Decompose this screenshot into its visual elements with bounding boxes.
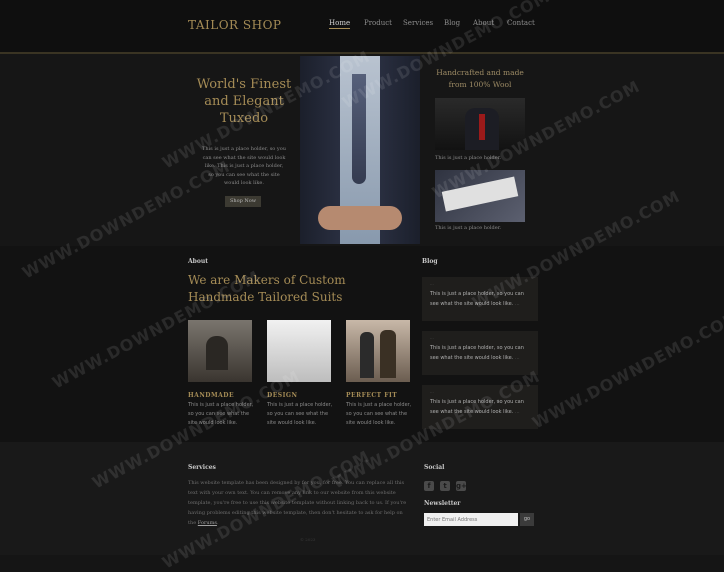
newsletter-go-button[interactable]: go [520,513,534,526]
blog-post[interactable]: ... This is just a place holder, so you … [422,385,538,429]
forums-link[interactable]: Forums [198,520,217,526]
blog-label: Blog [422,258,438,265]
site-logo[interactable]: TAILOR SHOP [188,18,282,32]
blog-post-meta: ... [430,389,434,394]
handmade-image [188,320,252,382]
site-header: TAILOR SHOP Home Product Services Blog A… [0,0,724,54]
hero-title: World's Finest and Elegant Tuxedo [196,77,292,126]
fabric-thumbnail[interactable] [435,170,525,222]
blog-post-text: This is just a place holder, so you can … [430,399,524,415]
nav-item-product[interactable]: Product [364,19,392,27]
feature-text: This is just a place holder, so you can … [267,402,333,426]
nav-item-home[interactable]: Home [329,19,351,29]
feature-title: PERFECT FIT [346,392,398,399]
blog-post-meta: ... [430,335,434,340]
blog-post-text: This is just a place holder, so you can … [430,291,524,307]
shop-now-button[interactable]: Shop Now [225,196,261,207]
feature-title: DESIGN [267,392,298,399]
nav-item-services[interactable]: Services [403,19,433,27]
services-label: Services [188,464,216,471]
hero-text: This is just a place holder, so you can … [202,146,286,186]
suit-thumbnail[interactable] [435,98,525,150]
blog-post-text: This is just a place holder, so you can … [430,345,524,361]
blog-post[interactable]: ... This is just a place holder, so you … [422,277,538,321]
about-title: We are Makers of Custom Handmade Tailore… [188,273,346,304]
sidebar-title: Handcrafted and made from 100% Wool [436,68,524,89]
feature-text: This is just a place holder, so you can … [188,402,254,426]
design-image [267,320,331,382]
perfect-fit-image [346,320,410,382]
feature-title: HANDMADE [188,392,235,399]
googleplus-icon[interactable]: g+ [456,481,467,491]
about-label: About [188,258,208,265]
thumbnail-caption: This is just a place holder. [435,225,502,231]
social-label: Social [424,464,445,471]
copyright-text: © 2023 [300,537,316,542]
blog-post[interactable]: ... This is just a place holder, so you … [422,331,538,375]
read-more-link[interactable]: ... [515,409,520,415]
nav-item-about[interactable]: About [473,19,494,27]
hero-suit-image [300,56,420,244]
twitter-icon[interactable]: t [440,481,450,491]
facebook-icon[interactable]: f [424,481,434,491]
newsletter-label: Newsletter [424,500,461,507]
nav-item-contact[interactable]: Contact [507,19,535,27]
nav-item-blog[interactable]: Blog [444,19,460,27]
thumbnail-caption: This is just a place holder. [435,155,502,161]
newsletter-email-input[interactable] [424,513,518,526]
read-more-link[interactable]: ... [515,301,520,307]
blog-post-meta: ... [430,281,434,286]
read-more-link[interactable]: ... [515,355,520,361]
feature-text: This is just a place holder, so you can … [346,402,412,426]
services-text: This website template has been designed … [188,480,407,526]
